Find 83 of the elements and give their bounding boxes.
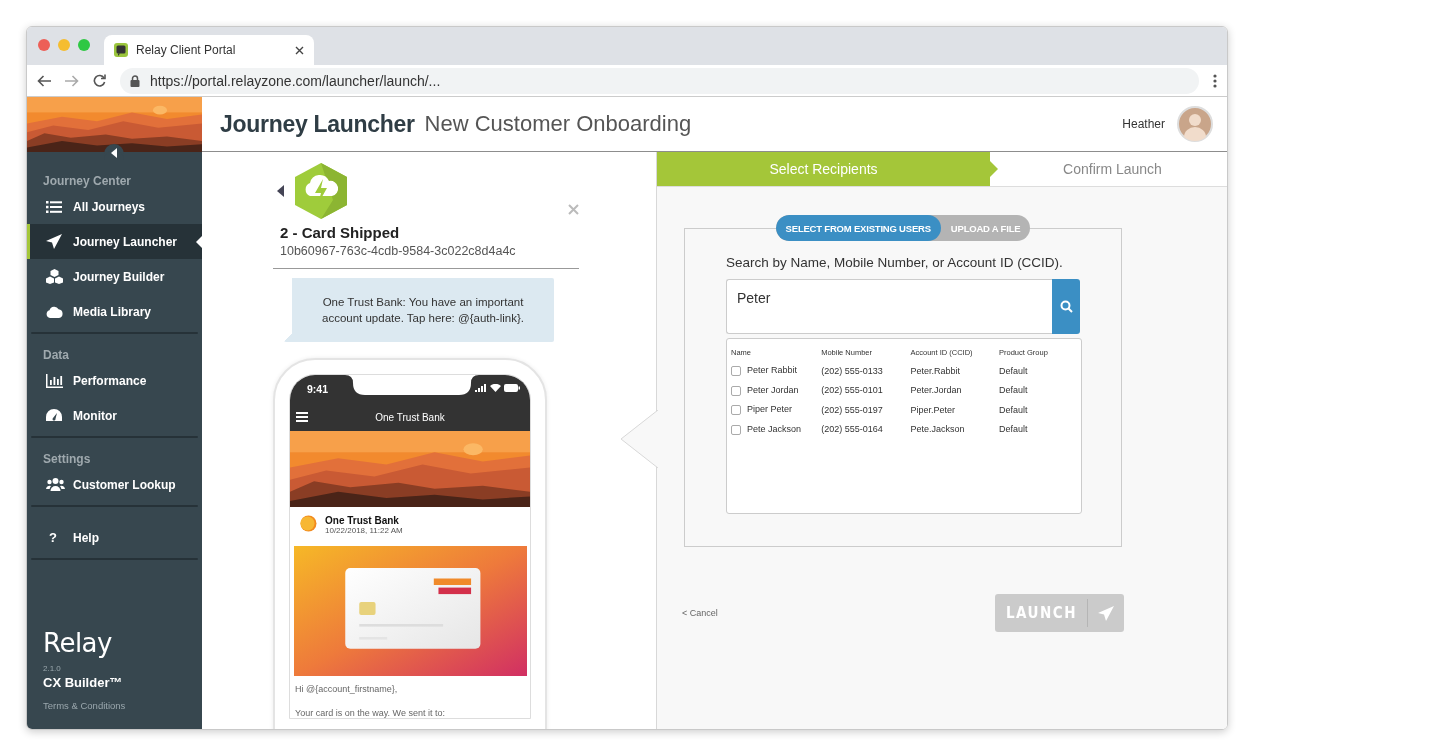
- menu-icon[interactable]: [296, 412, 308, 422]
- table-cell: Peter.Rabbit: [910, 365, 960, 376]
- minimize-window-icon[interactable]: [58, 39, 70, 51]
- table-cell: Piper Peter: [747, 404, 793, 415]
- table-cell: Default: [999, 424, 1028, 435]
- source-toggle[interactable]: SELECT FROM EXISTING USERS: [775, 215, 941, 241]
- search-prompt: Search by Name, Mobile Number, or Account ID (CCID).: [726, 255, 1064, 270]
- nav-item[interactable]: Journey Builder: [27, 259, 202, 294]
- journey-step-id: 10b60967-763c-4cdb-9584-3c022c8d4a4c: [273, 244, 579, 269]
- back-icon[interactable]: [37, 74, 51, 87]
- message-text: Hi @{account_firstname},: [294, 684, 399, 694]
- browser-tab[interactable]: Relay Client Portal: [104, 35, 314, 65]
- help-glyph: ?: [48, 530, 57, 545]
- table-cell: Peter Rabbit: [747, 365, 798, 376]
- battery-icon: [504, 384, 520, 392]
- paper-plane-icon: [46, 234, 62, 249]
- section-heading: Journey Center: [42, 173, 133, 189]
- lock-icon: [130, 74, 140, 87]
- reload-icon[interactable]: [93, 74, 106, 87]
- nav-item[interactable]: ? Help: [27, 520, 202, 555]
- cubes-icon: [46, 269, 63, 284]
- close-window-icon[interactable]: [38, 39, 50, 51]
- search-field[interactable]: Peter: [726, 279, 1052, 334]
- table-cell: (202) 555-0133: [821, 365, 883, 376]
- forward-icon[interactable]: [65, 74, 79, 87]
- table-cell: (202) 555-0101: [821, 385, 883, 396]
- address-bar[interactable]: https://portal.relayzone.com/launcher/launch/...: [120, 67, 1199, 94]
- version-text: 2.1.0: [43, 664, 62, 673]
- table-cell: (202) 555-0197: [821, 404, 883, 415]
- table-cell: (202) 555-0164: [821, 424, 883, 435]
- checkbox[interactable]: [731, 385, 741, 396]
- nav-item[interactable]: Journey Launcher: [27, 224, 202, 259]
- journey-step-title: 2 - Card Shipped: [279, 224, 401, 241]
- nav-item[interactable]: Monitor: [27, 398, 202, 433]
- signal-icon: [475, 384, 487, 392]
- sender-logo-icon: [300, 515, 317, 532]
- table-cell: Peter Jordan: [747, 384, 799, 395]
- gauge-icon: [46, 409, 62, 422]
- page-subtitle: New Customer Onboarding: [424, 111, 693, 137]
- user-name[interactable]: Heather: [1122, 117, 1165, 131]
- relay-logo: Relay: [43, 628, 112, 658]
- section-heading: Settings: [42, 451, 92, 467]
- checkbox[interactable]: [731, 424, 741, 435]
- table-cell: Peter.Jordan: [910, 385, 962, 396]
- app-logo-icon: [114, 43, 128, 57]
- message-date: 10/22/2018, 11:22 AM: [325, 526, 403, 535]
- maximize-window-icon[interactable]: [78, 39, 90, 51]
- section-heading: Data: [42, 347, 70, 363]
- table-cell: Pete Jackson: [747, 423, 802, 434]
- hexagon-bolt-icon: [293, 162, 349, 220]
- more-icon[interactable]: [1213, 73, 1217, 88]
- paper-plane-icon: [1098, 605, 1114, 621]
- nav-item[interactable]: Media Library: [27, 294, 202, 329]
- cancel-link[interactable]: < Cancel: [682, 608, 718, 618]
- table-cell: Default: [999, 385, 1028, 396]
- sms-message-bubble: One Trust Bank: You have an important account update. Tap here: @{auth-link}.: [284, 278, 554, 342]
- sender-name: One Trust Bank: [325, 515, 400, 526]
- page-title: Journey Launcher: [220, 110, 415, 138]
- message-text: Your card is on the way. We sent it to:: [294, 708, 446, 718]
- app-title: One Trust Bank: [374, 412, 446, 423]
- terms-link[interactable]: Terms & Conditions: [43, 700, 202, 711]
- checkbox[interactable]: [731, 405, 741, 416]
- product-name: CX Builder™: [43, 675, 124, 690]
- cloud-icon: [46, 305, 63, 318]
- list-icon: [46, 199, 62, 214]
- checkbox[interactable]: [731, 366, 741, 377]
- users-icon: [46, 478, 65, 491]
- status-time: 9:41: [307, 383, 328, 395]
- nav-item[interactable]: Performance: [27, 363, 202, 398]
- avatar[interactable]: [1177, 106, 1213, 142]
- table-cell: Pete.Jackson: [910, 424, 965, 435]
- close-icon[interactable]: [295, 45, 304, 55]
- caret-left-icon[interactable]: [277, 185, 284, 197]
- bar-chart-icon: [46, 373, 63, 388]
- table-cell: Piper.Peter: [910, 404, 955, 415]
- nav-item[interactable]: Customer Lookup: [27, 467, 202, 502]
- url-text: https://portal.relayzone.com/launcher/launch/...: [150, 72, 441, 89]
- table-cell: Default: [999, 365, 1028, 376]
- nav-item[interactable]: All Journeys: [27, 189, 202, 224]
- wifi-icon: [490, 384, 501, 392]
- search-icon: [1059, 300, 1073, 313]
- search-button[interactable]: [1052, 279, 1080, 334]
- table-cell: Default: [999, 404, 1028, 415]
